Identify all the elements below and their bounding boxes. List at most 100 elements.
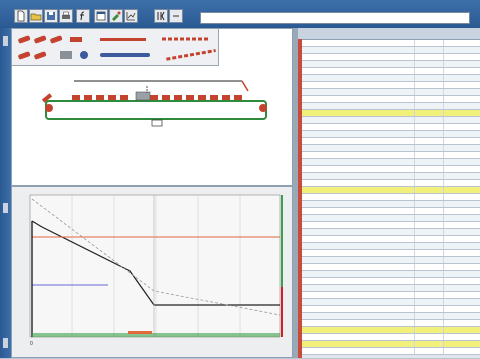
property-row[interactable] [298,89,480,96]
palette-item-roller-a[interactable] [18,35,31,44]
property-section-row[interactable] [298,327,480,334]
property-row[interactable] [298,236,480,243]
property-row[interactable] [298,61,480,68]
properties-button[interactable] [76,9,90,23]
property-row[interactable] [298,68,480,75]
property-cell-c2 [414,292,443,298]
property-cell-c3 [443,152,480,158]
drive-unit[interactable] [135,91,151,101]
property-row[interactable] [298,124,480,131]
more-button[interactable] [169,9,183,23]
property-row[interactable] [298,348,480,355]
property-cell-c1 [300,348,412,354]
new-file-button[interactable] [14,9,28,23]
property-row[interactable] [298,131,480,138]
property-cell-c1 [300,89,412,95]
property-cell-c1 [300,103,412,109]
property-row[interactable] [298,215,480,222]
palette-item-roller-e[interactable] [34,51,47,60]
print-button[interactable] [59,9,73,23]
property-row[interactable] [298,47,480,54]
palette-item-box[interactable] [60,51,72,59]
property-cell-c1 [300,40,412,46]
property-row[interactable] [298,229,480,236]
property-row[interactable] [298,159,480,166]
view-button[interactable] [94,9,108,23]
chart-button[interactable] [124,9,138,23]
property-cell-c1 [300,75,412,81]
property-cell-c3 [443,201,480,207]
property-row[interactable] [298,82,480,89]
conveyor-belt[interactable] [45,91,267,127]
property-cell-c3 [443,180,480,186]
property-row[interactable] [298,313,480,320]
property-row[interactable] [298,306,480,313]
strip-handle-middle[interactable] [3,203,8,213]
property-row[interactable] [298,138,480,145]
property-cell-c3 [443,250,480,256]
property-cell-c3 [443,117,480,123]
folder-icon [30,13,42,21]
property-cell-c1 [300,327,412,333]
palette-item-long-belt[interactable] [100,38,146,41]
property-row[interactable] [298,271,480,278]
property-row[interactable] [298,145,480,152]
open-folder-button[interactable] [29,9,43,23]
toolbar-field[interactable] [200,12,470,24]
palette-item-circle[interactable] [80,51,88,59]
property-row[interactable] [298,152,480,159]
property-row[interactable] [298,299,480,306]
property-row[interactable] [298,180,480,187]
property-row[interactable] [298,75,480,82]
property-row[interactable] [298,334,480,341]
palette-item-roller-b[interactable] [34,35,47,44]
take-up-unit[interactable] [151,119,163,127]
property-cell-c2 [414,250,443,256]
tail-pulley[interactable] [45,104,53,112]
x-tick-label: 0 [30,341,33,347]
property-row[interactable] [298,40,480,47]
property-row[interactable] [298,54,480,61]
property-cell-c2 [414,278,443,284]
property-section-row[interactable] [298,341,480,348]
palette-item-straight-belt[interactable] [70,37,82,42]
property-section-row[interactable] [298,110,480,117]
property-row[interactable] [298,166,480,173]
property-cell-c2 [414,334,443,340]
tool-button[interactable] [109,9,123,23]
property-row[interactable] [298,201,480,208]
palette-item-roller-c[interactable] [50,35,63,44]
property-row[interactable] [298,208,480,215]
property-row[interactable] [298,250,480,257]
property-row[interactable] [298,278,480,285]
property-row[interactable] [298,194,480,201]
property-cell-c2 [414,159,443,165]
property-cell-c3 [443,194,480,200]
property-row[interactable] [298,243,480,250]
save-button[interactable] [44,9,58,23]
property-row[interactable] [298,96,480,103]
strip-handle-bottom[interactable] [3,338,8,348]
property-cell-c3 [443,103,480,109]
palette-item-roller-d[interactable] [18,51,31,60]
property-row[interactable] [298,285,480,292]
property-section-row[interactable] [298,187,480,194]
property-row[interactable] [298,264,480,271]
strip-handle-top[interactable] [3,36,8,46]
x-axis: 0 [30,341,33,347]
property-row[interactable] [298,103,480,110]
schematic-canvas[interactable] [11,28,293,186]
run-button[interactable] [154,9,168,23]
palette-item-blue-belt[interactable] [100,53,150,57]
property-row[interactable] [298,320,480,327]
head-pulley[interactable] [259,104,267,112]
property-row[interactable] [298,222,480,229]
property-row[interactable] [298,257,480,264]
property-cell-c3 [443,257,480,263]
property-row[interactable] [298,173,480,180]
palette-item-dashed-belt-b[interactable] [166,49,216,61]
property-row[interactable] [298,117,480,124]
property-row[interactable] [298,292,480,299]
tension-chart-panel[interactable]: 0 [11,186,293,358]
property-cell-c1 [300,68,412,74]
